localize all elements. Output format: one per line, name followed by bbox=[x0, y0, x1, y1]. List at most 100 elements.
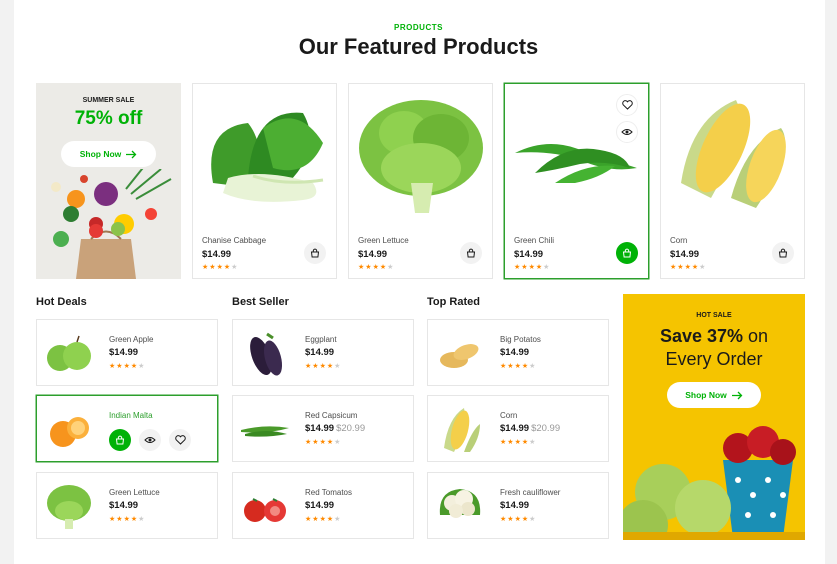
star-icon: ★ bbox=[529, 363, 536, 370]
list-item-red-tomatos[interactable]: Red Tomatos $14.99 ★ ★ ★ ★ ★ bbox=[232, 472, 414, 539]
product-image bbox=[359, 100, 483, 213]
star-icon: ★ bbox=[514, 439, 521, 446]
product-card-green-chili[interactable]: Green Chili $14.99 ★ ★ ★ ★ ★ bbox=[504, 83, 649, 279]
heart-icon bbox=[174, 435, 186, 445]
list-item-corn[interactable]: Corn $14.99 $20.99 ★ ★ ★ ★ ★ bbox=[427, 395, 609, 462]
product-name: Corn bbox=[500, 411, 518, 420]
add-to-wishlist-button[interactable] bbox=[616, 94, 638, 116]
arrow-right-icon bbox=[731, 391, 743, 400]
star-icon: ★ bbox=[319, 516, 326, 523]
list-item-big-potatos[interactable]: Big Potatos $14.99 ★ ★ ★ ★ ★ bbox=[427, 319, 609, 386]
list-item-green-apple[interactable]: Green Apple $14.99 ★ ★ ★ ★ ★ bbox=[36, 319, 218, 386]
arrow-right-icon bbox=[126, 150, 137, 159]
section-title: Our Featured Products bbox=[298, 34, 539, 59]
star-icon: ★ bbox=[305, 516, 312, 523]
section-eyebrow: PRODUCTS bbox=[394, 23, 443, 32]
product-image bbox=[444, 408, 480, 452]
star-icon: ★ bbox=[123, 516, 130, 523]
product-card-corn[interactable]: Corn $14.99 ★ ★ ★ ★ ★ bbox=[660, 83, 805, 279]
star-icon: ★ bbox=[358, 264, 365, 271]
product-rating: ★ ★ ★ ★ ★ bbox=[109, 516, 144, 523]
star-icon: ★ bbox=[319, 363, 326, 370]
product-rating: ★ ★ ★ ★ ★ bbox=[358, 264, 393, 271]
star-icon: ★ bbox=[684, 264, 691, 271]
quick-view-button[interactable] bbox=[616, 121, 638, 143]
star-icon: ★ bbox=[202, 264, 209, 271]
product-name: Chanise Cabbage bbox=[202, 236, 267, 245]
product-price: $14.99 $20.99 bbox=[500, 423, 560, 434]
product-price: $14.99 bbox=[670, 249, 700, 260]
shopping-bag-icon bbox=[466, 248, 476, 258]
hot-shop-now-button[interactable]: Shop Now bbox=[667, 382, 761, 408]
grocery-bag-image bbox=[51, 169, 172, 279]
add-to-cart-button[interactable] bbox=[304, 242, 326, 264]
list-item-indian-malta[interactable]: Indian Malta bbox=[36, 395, 218, 462]
hot-sale-headline: Save 37% on bbox=[623, 326, 805, 347]
star-icon: ★ bbox=[326, 439, 334, 446]
product-rating: ★ ★ ★ ★ ★ bbox=[500, 516, 535, 523]
product-rating: ★ ★ ★ ★ ★ bbox=[500, 363, 535, 370]
heart-icon bbox=[621, 100, 633, 110]
hot-sale-headline-rest: on bbox=[743, 326, 769, 346]
product-price: $14.99 bbox=[358, 249, 388, 260]
add-to-cart-button[interactable] bbox=[616, 242, 638, 264]
star-icon: ★ bbox=[514, 264, 521, 271]
star-icon: ★ bbox=[312, 439, 319, 446]
list-item-fresh-cauliflower[interactable]: Fresh cauliflower $14.99 ★ ★ ★ ★ ★ bbox=[427, 472, 609, 539]
star-icon: ★ bbox=[130, 363, 138, 370]
add-to-cart-button[interactable] bbox=[772, 242, 794, 264]
product-price: $14.99 bbox=[109, 347, 139, 358]
product-price: $14.99 bbox=[500, 500, 530, 511]
eye-icon bbox=[144, 437, 156, 443]
summer-shop-now-button[interactable]: Shop Now bbox=[61, 141, 156, 167]
product-name: Green Lettuce bbox=[109, 488, 160, 497]
product-image bbox=[440, 344, 479, 368]
product-price: $14.99 bbox=[305, 500, 335, 511]
star-icon: ★ bbox=[231, 264, 238, 271]
old-price: $20.99 bbox=[336, 423, 366, 434]
star-icon: ★ bbox=[500, 363, 507, 370]
product-image bbox=[47, 485, 91, 529]
star-icon: ★ bbox=[116, 516, 123, 523]
list-item-red-capsicum[interactable]: Red Capsicum $14.99 $20.99 ★ ★ ★ ★ ★ bbox=[232, 395, 414, 462]
product-image bbox=[244, 498, 286, 522]
product-name: Eggplant bbox=[305, 335, 337, 344]
product-rating: ★ ★ ★ ★ ★ bbox=[202, 264, 237, 271]
shop-now-label: Shop Now bbox=[685, 390, 727, 400]
product-name: Green Lettuce bbox=[358, 236, 409, 245]
add-to-cart-button[interactable] bbox=[460, 242, 482, 264]
list-item-green-lettuce[interactable]: Green Lettuce $14.99 ★ ★ ★ ★ ★ bbox=[36, 472, 218, 539]
product-rating: ★ ★ ★ ★ ★ bbox=[514, 264, 549, 271]
shop-now-label: Shop Now bbox=[79, 149, 122, 159]
add-to-wishlist-button[interactable] bbox=[169, 429, 191, 451]
product-image bbox=[250, 332, 283, 376]
product-name: Big Potatos bbox=[500, 335, 541, 344]
shopping-bag-icon bbox=[115, 435, 125, 445]
star-icon: ★ bbox=[209, 264, 216, 271]
product-actions bbox=[109, 429, 191, 451]
star-icon: ★ bbox=[326, 516, 334, 523]
hot-sale-discount: Save 37% bbox=[659, 326, 744, 346]
star-icon: ★ bbox=[387, 264, 394, 271]
summer-sale-headline: 75% off bbox=[74, 108, 143, 129]
star-icon: ★ bbox=[138, 516, 145, 523]
star-icon: ★ bbox=[365, 264, 372, 271]
product-card-chanise-cabbage[interactable]: Chanise Cabbage $14.99 ★ ★ ★ ★ ★ bbox=[192, 83, 337, 279]
star-icon: ★ bbox=[312, 363, 319, 370]
star-icon: ★ bbox=[223, 264, 231, 271]
star-icon: ★ bbox=[514, 516, 521, 523]
product-price: $14.99 bbox=[514, 249, 544, 260]
shopping-bag-icon bbox=[622, 248, 632, 258]
product-card-green-lettuce[interactable]: Green Lettuce $14.99 ★ ★ ★ ★ ★ bbox=[348, 83, 493, 279]
add-to-cart-button[interactable] bbox=[109, 429, 131, 451]
product-image bbox=[681, 100, 786, 208]
summer-sale-label: SUMMER SALE bbox=[82, 97, 135, 104]
quick-view-button[interactable] bbox=[139, 429, 161, 451]
current-price: $14.99 bbox=[305, 423, 335, 434]
star-icon: ★ bbox=[699, 264, 706, 271]
summer-sale-banner[interactable]: SUMMER SALE 75% off Shop Now bbox=[36, 83, 181, 279]
product-name: Corn bbox=[670, 236, 688, 245]
list-item-eggplant[interactable]: Eggplant $14.99 ★ ★ ★ ★ ★ bbox=[232, 319, 414, 386]
hot-sale-banner[interactable]: HOT SALE Save 37% on Every Order Shop No… bbox=[623, 294, 805, 540]
star-icon: ★ bbox=[334, 516, 341, 523]
